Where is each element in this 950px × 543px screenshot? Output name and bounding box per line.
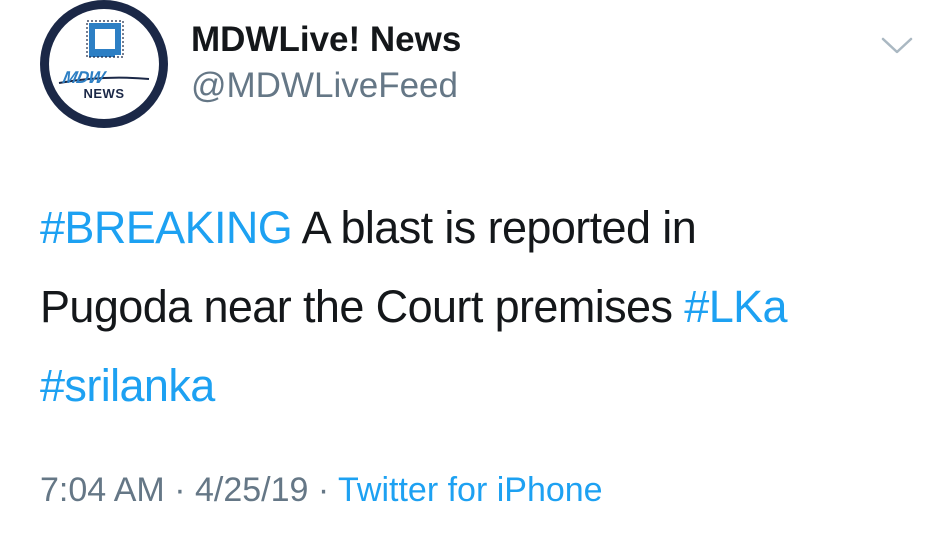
hashtag-link[interactable]: #LKa xyxy=(684,281,787,332)
tweet-line-1: #BREAKING A blast is reported in xyxy=(40,188,930,267)
chevron-down-icon xyxy=(881,37,913,54)
hashtag-link[interactable]: #srilanka xyxy=(40,360,215,411)
tweet-time[interactable]: 7:04 AM xyxy=(40,471,165,509)
tweet-text: #BREAKING A blast is reported in Pugoda … xyxy=(40,188,930,425)
tweet-meta: 7:04 AM · 4/25/19 · Twitter for iPhone xyxy=(40,468,603,512)
display-name[interactable]: MDWLive! News xyxy=(191,20,461,60)
more-menu-button[interactable] xyxy=(877,28,917,62)
tweet-text-segment: A blast is reported in xyxy=(292,202,697,253)
tweet-card: MDW NEWS MDWLive! News @MDWLiveFeed #BRE… xyxy=(0,0,950,543)
tweet-line-3: #srilanka xyxy=(40,346,930,425)
avatar-logo: MDW NEWS xyxy=(49,9,159,119)
avatar[interactable]: MDW NEWS xyxy=(40,0,168,128)
hashtag-link[interactable]: #BREAKING xyxy=(40,202,293,253)
tweet-date[interactable]: 4/25/19 xyxy=(195,471,308,509)
tweet-text-segment: Pugoda near the Court premises xyxy=(40,281,685,332)
meta-separator: · xyxy=(308,471,339,509)
avatar-logo-text: MDW xyxy=(61,68,107,87)
meta-separator: · xyxy=(164,471,195,509)
tweet-line-2: Pugoda near the Court premises #LKa xyxy=(40,267,930,346)
user-handle[interactable]: @MDWLiveFeed xyxy=(191,66,458,106)
avatar-sub-text: NEWS xyxy=(83,86,125,101)
source-link[interactable]: Twitter for iPhone xyxy=(338,471,603,509)
mdw-logo-icon xyxy=(58,20,150,84)
